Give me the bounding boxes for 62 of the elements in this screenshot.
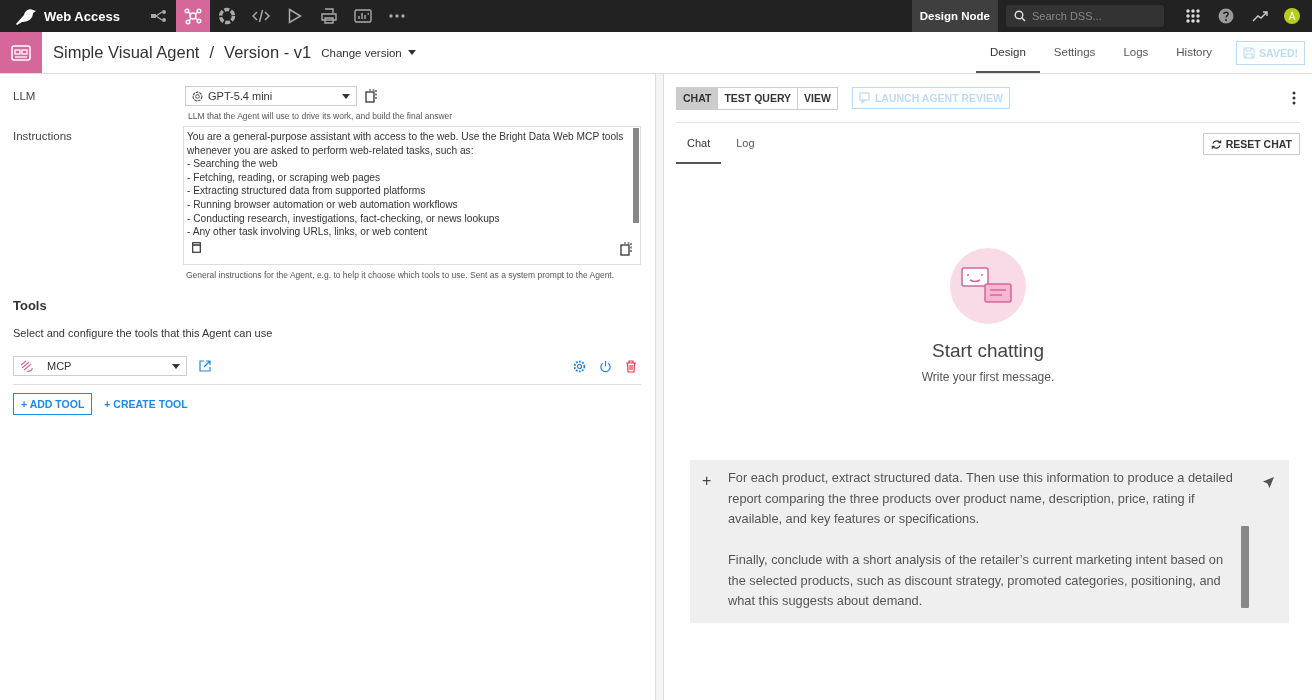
change-version-dropdown[interactable]: Change version	[321, 46, 416, 59]
llm-help-text: LLM that the Agent will use to drive its work, and build the final answer	[188, 111, 453, 121]
help-icon[interactable]	[1218, 8, 1234, 24]
message-field[interactable]: For each product, extract structured data. Then use this information to produce a detailed report comparing the three products over product name, description, price, rating if available, and key features or specifications. Finally, conclude with a short analysis of the retailer’s current marketing intent based on the selected products, such as discount strategy, promoted categories, positioning, and what this suggests about demand.	[728, 468, 1234, 623]
reset-chat-button[interactable]: RESET CHAT	[1202, 133, 1300, 155]
network-icon	[183, 7, 202, 25]
version-title: Version - v1	[224, 43, 312, 62]
header-tab[interactable]: History	[1162, 32, 1227, 73]
create-tool-link[interactable]: + CREATE TOOL	[104, 398, 188, 410]
plug-icon	[20, 360, 34, 372]
field-label: LLM	[13, 89, 37, 104]
attach-button[interactable]: +	[702, 468, 718, 623]
dashboard-icon	[353, 9, 372, 23]
search-field[interactable]: Search DSS...	[1006, 5, 1164, 27]
section-description: Select and configure the tools that this Agent can use	[13, 327, 274, 339]
empty-state-title: Start chatting	[932, 340, 1044, 362]
copy-icon[interactable]	[620, 242, 632, 256]
apps-grid-icon[interactable]	[1186, 9, 1200, 23]
nav-tab[interactable]	[175, 0, 210, 32]
caret-icon	[172, 363, 180, 369]
chat-tab[interactable]: Chat	[676, 124, 722, 164]
caret-icon	[407, 50, 416, 55]
floppy-icon	[1243, 46, 1256, 59]
document-icon[interactable]	[192, 242, 201, 253]
caret-icon	[342, 93, 350, 99]
add-tool-button[interactable]: + ADD TOOL	[13, 393, 93, 415]
instructions-help-text: General instructions for the Agent, e.g. to help it choose which tools to use. Sent as a system prompt to the Agent.	[186, 270, 616, 280]
flow-icon	[150, 10, 167, 22]
tool-select[interactable]: MCP	[13, 356, 187, 376]
node-label: Design Node	[911, 0, 998, 32]
ring-icon	[217, 7, 236, 25]
more-options-icon[interactable]	[1292, 91, 1296, 105]
field-label: Instructions	[13, 129, 73, 144]
settings-icon[interactable]	[573, 359, 586, 373]
header-tab[interactable]: Design	[976, 32, 1040, 73]
power-icon[interactable]	[599, 359, 612, 373]
header-tab[interactable]: Logs	[1109, 32, 1163, 73]
mode-tab[interactable]: CHAT	[677, 87, 718, 109]
copy-icon[interactable]	[365, 89, 377, 103]
printer-icon	[320, 8, 337, 24]
llm-select[interactable]: GPT-5.4 mini	[185, 86, 357, 106]
delete-icon[interactable]	[625, 359, 637, 373]
play-icon	[287, 8, 302, 24]
search-icon	[1014, 10, 1026, 22]
external-link-icon[interactable]	[199, 360, 211, 372]
review-icon	[858, 92, 871, 104]
section-heading: Tools	[13, 298, 48, 313]
empty-state-subtitle: Write your first message.	[921, 370, 1055, 384]
llm-logo-icon	[192, 90, 203, 102]
refresh-icon	[1210, 138, 1222, 150]
project-name[interactable]: Web Access	[44, 8, 120, 24]
code-icon	[251, 9, 270, 23]
send-icon[interactable]	[1262, 476, 1275, 489]
breadcrumb-separator: /	[209, 43, 215, 62]
trend-icon[interactable]	[1252, 10, 1268, 22]
more-icon	[388, 14, 405, 18]
chat-tab[interactable]: Log	[725, 124, 766, 164]
chat-bubbles-icon	[950, 248, 1026, 324]
header-tab[interactable]: Settings	[1039, 32, 1110, 73]
agent-title: Simple Visual Agent	[53, 43, 200, 62]
scrollbar-thumb[interactable]	[1241, 526, 1249, 608]
scrollbar-thumb[interactable]	[633, 128, 639, 223]
